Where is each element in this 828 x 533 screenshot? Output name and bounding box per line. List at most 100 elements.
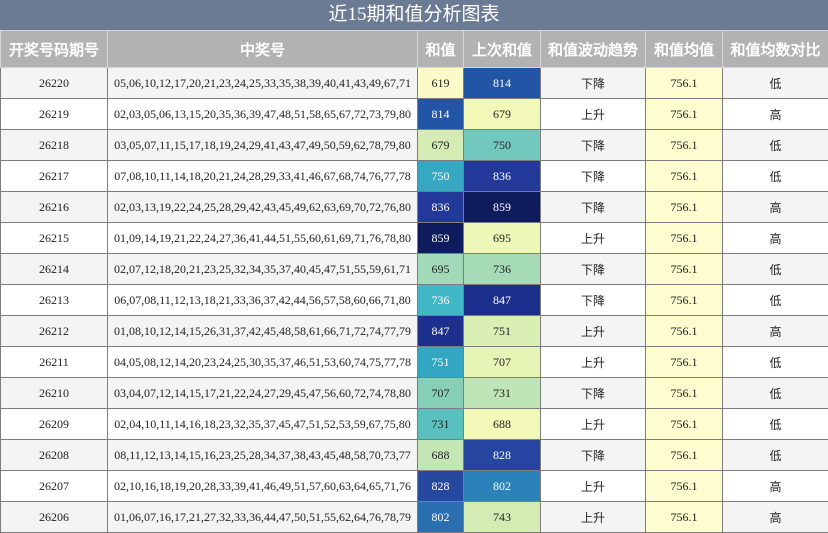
cell-avg: 756.1 xyxy=(646,192,723,223)
cell-prev-sum: 847 xyxy=(464,285,541,316)
cell-issue: 26217 xyxy=(1,161,108,192)
cell-trend: 下降 xyxy=(541,440,646,471)
header-sum: 和值 xyxy=(418,31,464,68)
cell-numbers: 03,04,07,12,14,15,17,21,22,24,27,29,45,4… xyxy=(108,378,418,409)
cell-avg: 756.1 xyxy=(646,378,723,409)
cell-sum: 688 xyxy=(418,440,464,471)
cell-prev-sum: 688 xyxy=(464,409,541,440)
table-row: 2621707,08,10,11,14,18,20,21,24,28,29,33… xyxy=(1,161,828,192)
cell-issue: 26209 xyxy=(1,409,108,440)
cell-compare: 低 xyxy=(723,285,828,316)
cell-compare: 低 xyxy=(723,347,828,378)
header-row: 开奖号码期号 中奖号 和值 上次和值 和值波动趋势 和值均值 和值均数对比 xyxy=(1,31,828,68)
cell-issue: 26208 xyxy=(1,440,108,471)
cell-issue: 26210 xyxy=(1,378,108,409)
sum-analysis-table: 开奖号码期号 中奖号 和值 上次和值 和值波动趋势 和值均值 和值均数对比 26… xyxy=(0,30,828,533)
cell-sum: 619 xyxy=(418,68,464,99)
cell-compare: 高 xyxy=(723,192,828,223)
cell-prev-sum: 743 xyxy=(464,502,541,533)
cell-avg: 756.1 xyxy=(646,223,723,254)
table-row: 2621104,05,08,12,14,20,23,24,25,30,35,37… xyxy=(1,347,828,378)
cell-numbers: 02,07,12,18,20,21,23,25,32,34,35,37,40,4… xyxy=(108,254,418,285)
cell-trend: 下降 xyxy=(541,68,646,99)
table-row: 2620902,04,10,11,14,16,18,23,32,35,37,45… xyxy=(1,409,828,440)
cell-prev-sum: 750 xyxy=(464,130,541,161)
cell-trend: 下降 xyxy=(541,161,646,192)
cell-compare: 低 xyxy=(723,161,828,192)
cell-numbers: 04,05,08,12,14,20,23,24,25,30,35,37,46,5… xyxy=(108,347,418,378)
cell-avg: 756.1 xyxy=(646,99,723,130)
cell-trend: 上升 xyxy=(541,316,646,347)
cell-compare: 高 xyxy=(723,316,828,347)
cell-trend: 上升 xyxy=(541,471,646,502)
cell-compare: 低 xyxy=(723,378,828,409)
cell-compare: 低 xyxy=(723,409,828,440)
cell-sum: 707 xyxy=(418,378,464,409)
cell-compare: 低 xyxy=(723,130,828,161)
cell-numbers: 07,08,10,11,14,18,20,21,24,28,29,33,41,4… xyxy=(108,161,418,192)
cell-compare: 高 xyxy=(723,99,828,130)
cell-sum: 814 xyxy=(418,99,464,130)
cell-numbers: 01,08,10,12,14,15,26,31,37,42,45,48,58,6… xyxy=(108,316,418,347)
cell-trend: 下降 xyxy=(541,285,646,316)
cell-avg: 756.1 xyxy=(646,68,723,99)
cell-numbers: 02,03,05,06,13,15,20,35,36,39,47,48,51,5… xyxy=(108,99,418,130)
cell-trend: 下降 xyxy=(541,192,646,223)
cell-sum: 736 xyxy=(418,285,464,316)
cell-issue: 26206 xyxy=(1,502,108,533)
cell-numbers: 01,06,07,16,17,21,27,32,33,36,44,47,50,5… xyxy=(108,502,418,533)
cell-compare: 低 xyxy=(723,68,828,99)
cell-sum: 836 xyxy=(418,192,464,223)
cell-sum: 695 xyxy=(418,254,464,285)
cell-compare: 高 xyxy=(723,502,828,533)
cell-avg: 756.1 xyxy=(646,502,723,533)
cell-prev-sum: 828 xyxy=(464,440,541,471)
cell-issue: 26207 xyxy=(1,471,108,502)
cell-compare: 低 xyxy=(723,254,828,285)
cell-issue: 26218 xyxy=(1,130,108,161)
cell-avg: 756.1 xyxy=(646,440,723,471)
table-row: 2622005,06,10,12,17,20,21,23,24,25,33,35… xyxy=(1,68,828,99)
header-avg: 和值均值 xyxy=(646,31,723,68)
cell-compare: 低 xyxy=(723,440,828,471)
cell-trend: 下降 xyxy=(541,254,646,285)
table-row: 2621003,04,07,12,14,15,17,21,22,24,27,29… xyxy=(1,378,828,409)
cell-avg: 756.1 xyxy=(646,471,723,502)
cell-numbers: 02,04,10,11,14,16,18,23,32,35,37,45,47,5… xyxy=(108,409,418,440)
cell-issue: 26220 xyxy=(1,68,108,99)
cell-sum: 750 xyxy=(418,161,464,192)
cell-sum: 679 xyxy=(418,130,464,161)
cell-compare: 高 xyxy=(723,223,828,254)
cell-avg: 756.1 xyxy=(646,130,723,161)
cell-issue: 26212 xyxy=(1,316,108,347)
cell-sum: 731 xyxy=(418,409,464,440)
cell-prev-sum: 695 xyxy=(464,223,541,254)
table-row: 2621803,05,07,11,15,17,18,19,24,29,41,43… xyxy=(1,130,828,161)
cell-numbers: 02,10,16,18,19,20,28,33,39,41,46,49,51,5… xyxy=(108,471,418,502)
cell-prev-sum: 731 xyxy=(464,378,541,409)
cell-numbers: 08,11,12,13,14,15,16,23,25,28,34,37,38,4… xyxy=(108,440,418,471)
cell-avg: 756.1 xyxy=(646,161,723,192)
cell-issue: 26219 xyxy=(1,99,108,130)
cell-avg: 756.1 xyxy=(646,285,723,316)
table-row: 2620808,11,12,13,14,15,16,23,25,28,34,37… xyxy=(1,440,828,471)
page-title: 近15期和值分析图表 xyxy=(0,0,828,30)
table-row: 2620702,10,16,18,19,20,28,33,39,41,46,49… xyxy=(1,471,828,502)
cell-issue: 26215 xyxy=(1,223,108,254)
cell-numbers: 05,06,10,12,17,20,21,23,24,25,33,35,38,3… xyxy=(108,68,418,99)
cell-trend: 上升 xyxy=(541,347,646,378)
table-row: 2621501,09,14,19,21,22,24,27,36,41,44,51… xyxy=(1,223,828,254)
cell-numbers: 03,05,07,11,15,17,18,19,24,29,41,43,47,4… xyxy=(108,130,418,161)
cell-trend: 下降 xyxy=(541,130,646,161)
cell-avg: 756.1 xyxy=(646,316,723,347)
cell-trend: 上升 xyxy=(541,99,646,130)
cell-avg: 756.1 xyxy=(646,409,723,440)
cell-numbers: 06,07,08,11,12,13,18,21,33,36,37,42,44,5… xyxy=(108,285,418,316)
cell-prev-sum: 751 xyxy=(464,316,541,347)
cell-numbers: 02,03,13,19,22,24,25,28,29,42,43,45,49,6… xyxy=(108,192,418,223)
cell-issue: 26216 xyxy=(1,192,108,223)
cell-issue: 26213 xyxy=(1,285,108,316)
cell-prev-sum: 802 xyxy=(464,471,541,502)
table-row: 2620601,06,07,16,17,21,27,32,33,36,44,47… xyxy=(1,502,828,533)
header-compare: 和值均数对比 xyxy=(723,31,828,68)
